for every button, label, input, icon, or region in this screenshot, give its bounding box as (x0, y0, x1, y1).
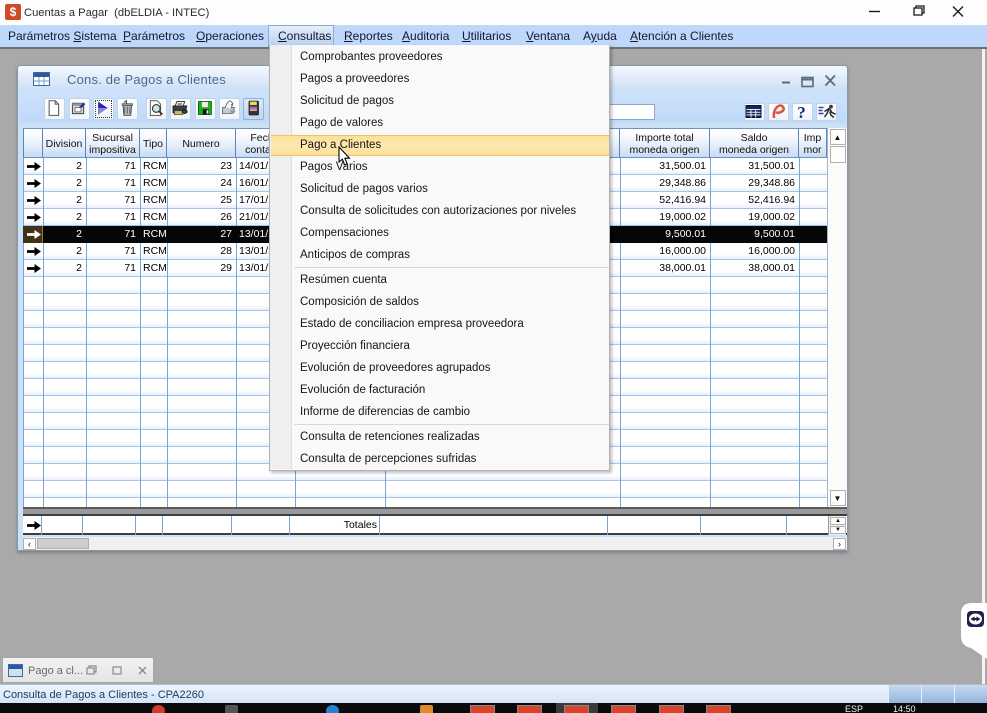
svg-text:?: ? (797, 104, 806, 119)
